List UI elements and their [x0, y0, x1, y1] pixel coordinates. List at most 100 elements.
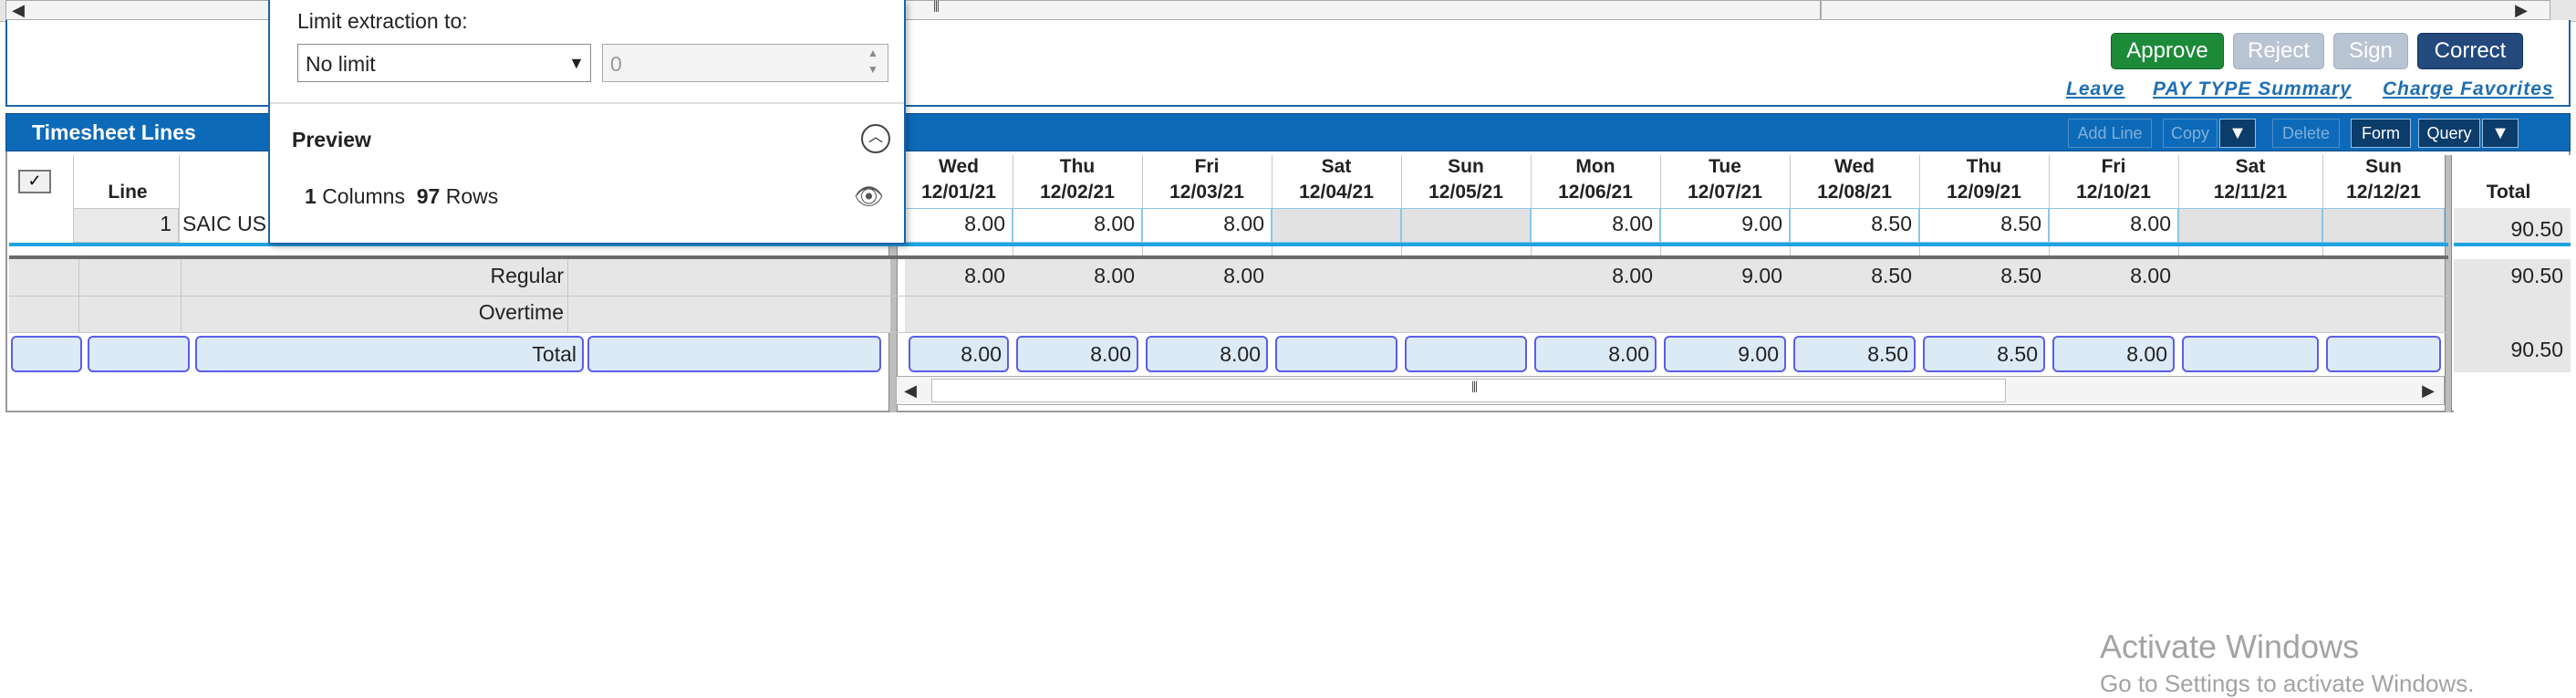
date-header: 12/06/21 [1558, 182, 1633, 203]
day-of-week-header: Sun [1448, 156, 1484, 177]
day-of-week-header: Mon [1575, 156, 1615, 177]
correct-button[interactable]: Correct [2417, 33, 2523, 69]
limit-extraction-label: Limit extraction to: [297, 9, 468, 33]
copy-dropdown-icon[interactable]: ▼ [2219, 119, 2256, 148]
scroll-right-icon[interactable]: ▶ [2418, 380, 2438, 401]
hours-entry-cell[interactable] [2178, 208, 2322, 243]
regular-hours: 8.00 [1094, 264, 1135, 287]
scroll-left-icon[interactable]: ◀ [8, 0, 28, 20]
regular-hours: 8.00 [2130, 264, 2171, 287]
date-header: 12/08/21 [1817, 182, 1892, 203]
charge-favorites-link[interactable]: Charge Favorites [2383, 78, 2554, 100]
top-horizontal-scrollbar-right[interactable]: ▶ [1821, 0, 2550, 20]
scroll-left-icon[interactable]: ◀ [900, 380, 920, 401]
total-row-cell [88, 336, 190, 372]
date-header: 12/07/21 [1688, 182, 1762, 203]
hours-entry-value: 8.00 [2130, 212, 2171, 235]
limit-select-value: No limit [306, 52, 376, 76]
regular-hours: 8.50 [1871, 264, 1912, 287]
copy-button[interactable]: Copy [2163, 119, 2218, 148]
bottom-horizontal-scrollbar[interactable]: ◀ ⦀ ▶ [896, 376, 2445, 405]
reject-button[interactable]: Reject [2233, 33, 2324, 69]
day-of-week-header: Sat [2235, 156, 2266, 177]
hours-entry-value: 8.00 [1223, 212, 1264, 235]
daily-total [1275, 336, 1397, 372]
pay-type-summary-link[interactable]: PAY TYPE Summary [2153, 78, 2352, 100]
date-header: 12/09/21 [1947, 182, 2021, 203]
pane-splitter-right[interactable] [2445, 155, 2452, 412]
day-of-week-header: Sat [1321, 156, 1352, 177]
date-header: 12/12/21 [2346, 182, 2421, 203]
day-of-week-header: Fri [2101, 156, 2126, 177]
daily-total: 8.00 [1016, 336, 1138, 372]
regular-hours: 8.00 [1612, 264, 1653, 287]
total-row-cell [11, 336, 82, 372]
regular-hours: 8.50 [2000, 264, 2041, 287]
regular-hours: 9.00 [1741, 264, 1782, 287]
preview-label: Preview [292, 128, 371, 151]
spin-down-icon[interactable]: ▼ [867, 63, 878, 76]
grid-divider [9, 332, 2448, 333]
approve-button[interactable]: Approve [2111, 33, 2224, 69]
total-label-cell: Total [195, 336, 584, 372]
collapse-preview-icon[interactable]: ︿ [861, 124, 890, 153]
daily-total: 8.50 [1923, 336, 2045, 372]
total-column-header: Total [2486, 182, 2531, 203]
daily-total [2326, 336, 2441, 372]
daily-total: 8.00 [909, 336, 1009, 372]
activate-windows-subtext: Go to Settings to activate Windows. [2100, 670, 2475, 697]
grid-divider [9, 296, 2448, 297]
columns-count: 1 [305, 184, 317, 208]
grid-divider [78, 259, 79, 332]
charge-code-cell[interactable]: SAIC US [182, 212, 266, 236]
day-of-week-header: Fri [1194, 156, 1220, 177]
daily-total: 8.50 [1793, 336, 1916, 372]
day-of-week-header: Wed [1834, 156, 1875, 177]
date-header: 12/03/21 [1169, 182, 1244, 203]
overtime-label: Overtime [478, 300, 564, 324]
scroll-right-icon[interactable]: ▶ [2511, 0, 2531, 20]
columns-label: Columns [322, 184, 405, 208]
hours-entry-value: 8.50 [1871, 212, 1912, 235]
scroll-grip-icon[interactable]: ⦀ [933, 0, 940, 16]
date-header: 12/04/21 [1299, 182, 1374, 203]
spin-up-icon[interactable]: ▲ [867, 47, 878, 59]
activate-windows-watermark: Activate Windows [2100, 628, 2360, 665]
scroll-grip-icon[interactable]: ⦀ [1471, 380, 1478, 397]
line-column-header: Line [108, 182, 148, 203]
daily-total: 8.00 [1534, 336, 1657, 372]
limit-select[interactable]: No limit ▼ [297, 44, 591, 82]
query-dropdown-icon[interactable]: ▼ [2482, 119, 2519, 148]
limit-number-value: 0 [610, 52, 622, 76]
daily-total: 8.00 [1146, 336, 1268, 372]
regular-hours: 8.00 [964, 264, 1005, 287]
hours-entry-value: 8.00 [1094, 212, 1135, 235]
hours-entry-cell[interactable] [1401, 208, 1531, 243]
regular-label: Regular [490, 264, 564, 287]
limit-number-input[interactable]: 0 ▲ ▼ [602, 44, 888, 82]
scroll-thumb[interactable] [931, 379, 2006, 402]
grand-total: 90.50 [2510, 338, 2563, 361]
query-button[interactable]: Query [2418, 119, 2480, 148]
sign-button[interactable]: Sign [2333, 33, 2408, 69]
select-all-checkbox[interactable]: ✓ [18, 170, 51, 193]
day-of-week-header: Thu [1966, 156, 2002, 177]
date-header: 12/01/21 [921, 182, 996, 203]
add-line-button[interactable]: Add Line [2068, 119, 2152, 148]
form-button[interactable]: Form [2351, 119, 2411, 148]
daily-total [1405, 336, 1527, 372]
leave-link[interactable]: Leave [2066, 78, 2125, 100]
section-title: Timesheet Lines [32, 120, 196, 144]
regular-total: 90.50 [2510, 264, 2563, 287]
date-header: 12/10/21 [2076, 182, 2151, 203]
hours-entry-cell[interactable] [1272, 208, 1401, 243]
grid-divider [567, 259, 568, 332]
grid-divider [181, 259, 182, 332]
day-of-week-header: Sun [2365, 156, 2402, 177]
delete-button[interactable]: Delete [2272, 119, 2340, 148]
hours-entry-cell[interactable] [2322, 208, 2445, 243]
grid-divider [179, 155, 180, 246]
day-of-week-header: Wed [939, 156, 979, 177]
eye-icon[interactable]: 👁 [854, 182, 884, 211]
date-header: 12/11/21 [2213, 182, 2288, 203]
